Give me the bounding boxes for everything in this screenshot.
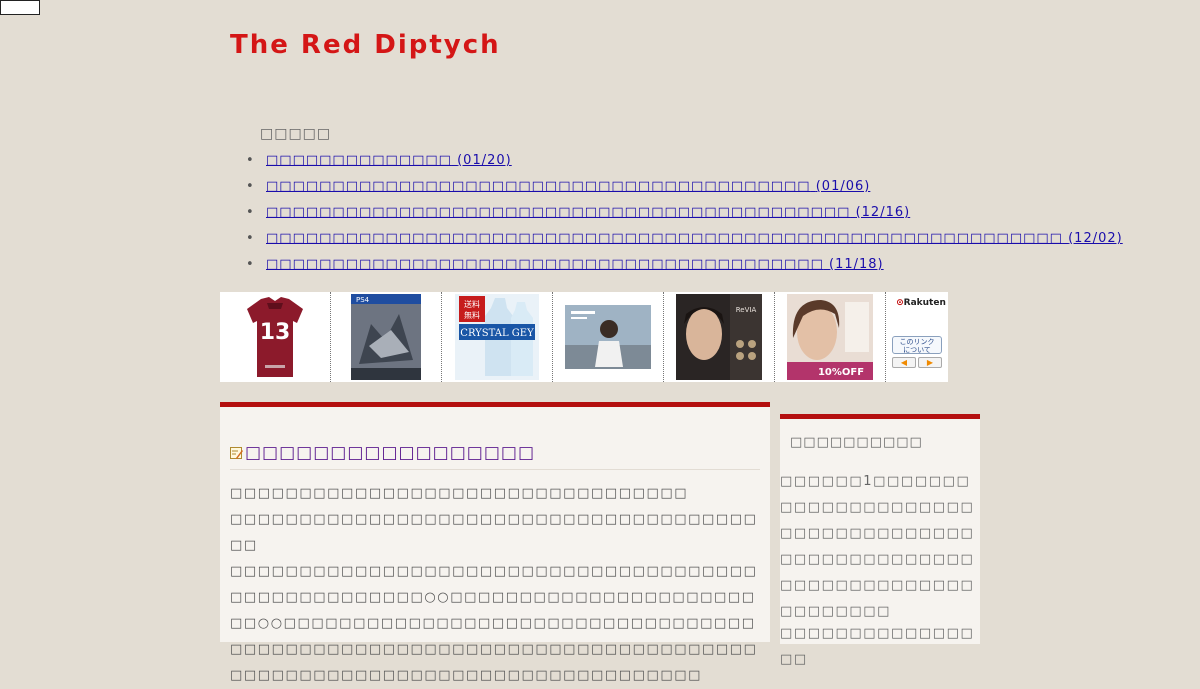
- recent-entry-link[interactable]: □□□□□□□□□□□□□□□□□□□□□□□□□□□□□□□□□□□□□□□□…: [266, 257, 884, 272]
- site-title[interactable]: The Red Diptych: [230, 30, 501, 60]
- bullet-icon: •: [246, 231, 255, 246]
- ad-nav: ◀ ▶: [892, 357, 942, 368]
- entry-paragraph: □□□□□□□□□□□□□□□□□□□□□□□□□□□□□□□□□: [230, 486, 689, 501]
- contact-lens-image: ReVIA: [676, 294, 762, 380]
- svg-text:無料: 無料: [464, 310, 480, 320]
- sidebar-title: □□□□□□□□□□: [790, 435, 923, 450]
- entry-title-link[interactable]: □□□□□□□□□□□□□□□□□: [245, 443, 535, 463]
- sidebar: □□□□□□□□□□ □□□□□□1□□□□□□□□□□□□□□□□□□□□□□…: [780, 414, 980, 667]
- list-item: • □□□□□□□□□□□□□□□□□□□□□□□□□□□□□□□□□□□□□□□…: [246, 176, 1123, 202]
- water-bottle-image: 送料 無料 CRYSTAL GEY: [455, 294, 539, 380]
- rakuten-logo: ⊙Rakuten: [896, 298, 946, 308]
- recent-entries-heading: □□□□□: [260, 126, 332, 142]
- ad-item-color-contacts[interactable]: 10%OFF: [775, 292, 886, 382]
- rakuten-ad-strip: 13 PS4 送料 無料 CRYSTAL GEY ReVIA 10%OFF ⊙R…: [220, 292, 948, 382]
- svg-text:送料: 送料: [464, 299, 480, 309]
- bullet-icon: •: [246, 179, 255, 194]
- svg-text:PS4: PS4: [356, 296, 370, 304]
- recent-entry-link[interactable]: □□□□□□□□□□□□□□□□□□□□□□□□□□□□□□□□□□□□□□□□…: [266, 231, 1123, 246]
- list-item: • □□□□□□□□□□□□□□□□□□□□□□□□□□□□□□□□□□□□□□□…: [246, 254, 1123, 280]
- svg-text:ReVIA: ReVIA: [736, 306, 757, 314]
- list-item: • □□□□□□□□□□□□□□□□□□□□□□□□□□□□□□□□□□□□□□□…: [246, 202, 1123, 228]
- ad-prev-button[interactable]: ◀: [892, 357, 916, 368]
- game-cover-image: PS4: [351, 294, 421, 380]
- list-item: • □□□□□□□□□□□□□□□□□□□□□□□□□□□□□□□□□□□□□□□…: [246, 228, 1123, 254]
- svg-text:10%OFF: 10%OFF: [818, 367, 864, 378]
- recent-entries-list: • □□□□□□□□□□□□□□ (01/20) • □□□□□□□□□□□□□□□…: [246, 150, 1123, 280]
- edit-note-icon: [230, 447, 243, 459]
- sidebar-text-secondary: □□□□□□□□□□□□□□□□: [780, 626, 975, 667]
- jersey-image: 13: [247, 297, 303, 377]
- cd-cover-image: [565, 305, 651, 369]
- ad-next-button[interactable]: ▶: [918, 357, 942, 368]
- bullet-icon: •: [246, 205, 255, 220]
- entry-paragraph: □□□□□□□□□□□□□□□□□□□□□□□□□□□□□□□□□□□□□□□□…: [230, 564, 758, 683]
- main-column: □□□□□□□□□□□□□□□□□ □□□□□□□□□□□□□□□□□□□□□□…: [220, 402, 770, 683]
- rakuten-brand-panel: ⊙Rakuten このリンク について ◀ ▶: [886, 292, 948, 382]
- entry-paragraph: □□□□□□□□□□□□□□□□□□□□□□□□□□□□□□□□□□□□□□□□: [230, 512, 758, 553]
- recent-entry-link[interactable]: □□□□□□□□□□□□□□ (01/20): [266, 153, 512, 168]
- svg-text:CRYSTAL GEY: CRYSTAL GEY: [460, 328, 534, 339]
- recent-entry-link[interactable]: □□□□□□□□□□□□□□□□□□□□□□□□□□□□□□□□□□□□□□□□…: [266, 179, 870, 194]
- svg-text:13: 13: [260, 320, 291, 345]
- ad-item-contacts[interactable]: ReVIA: [664, 292, 775, 382]
- ad-item-jersey[interactable]: 13: [220, 292, 331, 382]
- bullet-icon: •: [246, 257, 255, 272]
- sidebar-text: □□□□□□1□□□□□□□□□□□□□□□□□□□□□□□□□□□□□□□□□…: [780, 474, 975, 619]
- about-this-link-button[interactable]: このリンク について: [892, 336, 942, 354]
- list-item: • □□□□□□□□□□□□□□ (01/20): [246, 150, 1123, 176]
- entry-body: □□□□□□□□□□□□□□□□□□□□□□□□□□□□□□□□□ □□□□□□…: [230, 481, 764, 689]
- bullet-icon: •: [246, 153, 255, 168]
- recent-entry-link[interactable]: □□□□□□□□□□□□□□□□□□□□□□□□□□□□□□□□□□□□□□□□…: [266, 205, 910, 220]
- ad-item-game[interactable]: PS4: [331, 292, 442, 382]
- corner-input-box[interactable]: [0, 0, 40, 15]
- color-contact-image: 10%OFF: [787, 294, 873, 380]
- entry-header: □□□□□□□□□□□□□□□□□: [230, 441, 760, 470]
- ad-item-water[interactable]: 送料 無料 CRYSTAL GEY: [442, 292, 553, 382]
- ad-item-cd[interactable]: [553, 292, 664, 382]
